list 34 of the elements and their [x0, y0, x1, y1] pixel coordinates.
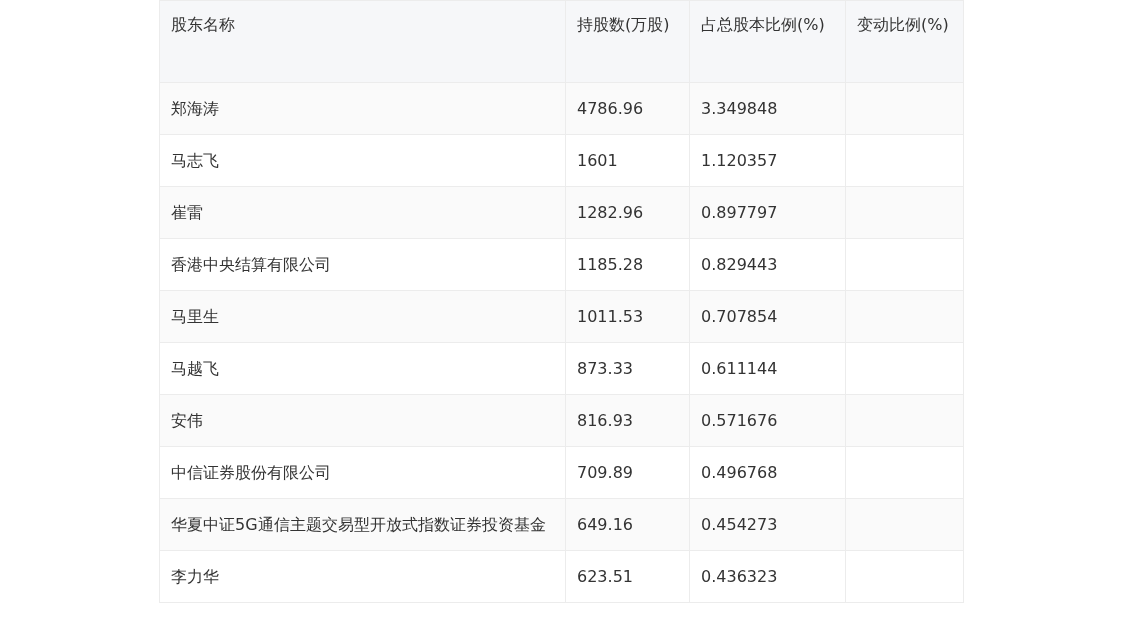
table-cell: 华夏中证5G通信主题交易型开放式指数证券投资基金	[159, 498, 566, 551]
table-cell: 0.707854	[689, 290, 846, 343]
table-cell: 1011.53	[565, 290, 690, 343]
table-cell: 709.89	[565, 446, 690, 499]
table-cell: 崔雷	[159, 186, 566, 239]
table-cell: 郑海涛	[159, 82, 566, 135]
table-cell: 3.349848	[689, 82, 846, 135]
table-cell: 0.829443	[689, 238, 846, 291]
table-cell: 4786.96	[565, 82, 690, 135]
table-cell: 0.571676	[689, 394, 846, 447]
table-cell: 649.16	[565, 498, 690, 551]
table-cell: 0.454273	[689, 498, 846, 551]
column-header: 股东名称	[159, 0, 566, 83]
table-cell: 中信证券股份有限公司	[159, 446, 566, 499]
table-cell: 0.436323	[689, 550, 846, 603]
table-cell: 1.120357	[689, 134, 846, 187]
table-cell: 马里生	[159, 290, 566, 343]
table-cell: 马越飞	[159, 342, 566, 395]
column-header: 持股数(万股)	[565, 0, 690, 83]
table-cell: 0.611144	[689, 342, 846, 395]
table-cell: 1282.96	[565, 186, 690, 239]
table-cell: 1185.28	[565, 238, 690, 291]
table-cell: 873.33	[565, 342, 690, 395]
table-cell: 香港中央结算有限公司	[159, 238, 566, 291]
table-cell: 0.897797	[689, 186, 846, 239]
table-cell: 816.93	[565, 394, 690, 447]
column-header: 占总股本比例(%)	[689, 0, 846, 83]
table-cell: 李力华	[159, 550, 566, 603]
table-cell: 623.51	[565, 550, 690, 603]
column-header: 变动比例(%)	[845, 0, 964, 83]
table-cell: 安伟	[159, 394, 566, 447]
table-cell: 马志飞	[159, 134, 566, 187]
table-cell: 0.496768	[689, 446, 846, 499]
table-cell: 1601	[565, 134, 690, 187]
